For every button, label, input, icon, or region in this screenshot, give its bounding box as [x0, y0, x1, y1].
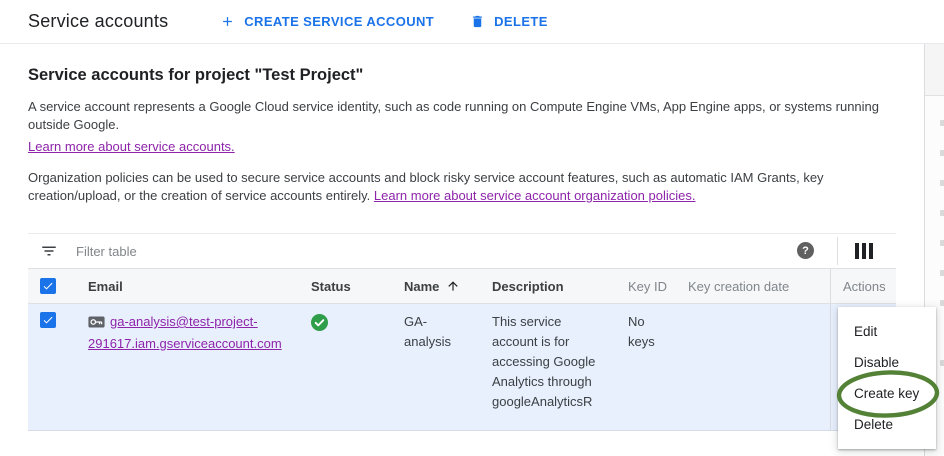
delete-button-label: DELETE: [494, 14, 548, 29]
help-icon[interactable]: ?: [797, 242, 814, 259]
email-cell: ga-analysis@test-project-291617.iam.gser…: [76, 304, 299, 430]
side-panel-mark: [940, 270, 944, 276]
side-panel-mark: [940, 210, 944, 216]
side-panel-mark: [940, 360, 944, 366]
side-panel-mark: [940, 180, 944, 186]
side-panel-mark: [940, 240, 944, 246]
create-button-label: CREATE SERVICE ACCOUNT: [244, 14, 434, 29]
description-cell: This service account is for accessing Go…: [480, 304, 616, 430]
service-account-email-link[interactable]: ga-analysis@test-project-291617.iam.gser…: [88, 314, 282, 351]
column-display-icon[interactable]: [855, 243, 873, 259]
section-heading: Service accounts for project "Test Proje…: [28, 66, 918, 85]
service-accounts-page: Service accounts CREATE SERVICE ACCOUNT …: [0, 0, 944, 456]
trash-icon: [470, 14, 485, 29]
menu-item-edit[interactable]: Edit: [838, 316, 936, 347]
column-header-key-id[interactable]: Key ID: [616, 269, 676, 303]
select-all-checkbox[interactable]: [40, 278, 56, 294]
create-service-account-button[interactable]: CREATE SERVICE ACCOUNT: [220, 14, 434, 29]
column-header-actions: Actions: [830, 269, 896, 303]
intro-text: A service account represents a Google Cl…: [28, 99, 879, 132]
org-policies-paragraph: Organization policies can be used to sec…: [28, 169, 918, 205]
column-header-key-creation-date[interactable]: Key creation date: [676, 269, 830, 303]
name-cell: GA-analysis: [392, 304, 480, 430]
intro-paragraph: A service account represents a Google Cl…: [28, 98, 918, 156]
page-header: Service accounts CREATE SERVICE ACCOUNT …: [0, 0, 944, 44]
table-header-row: Email Status Name Description Key ID Key…: [28, 269, 896, 304]
menu-item-disable[interactable]: Disable: [838, 347, 936, 378]
side-panel-header-edge: [925, 44, 944, 96]
filter-icon: [40, 242, 58, 260]
column-header-status[interactable]: Status: [299, 269, 392, 303]
column-header-email[interactable]: Email: [76, 269, 299, 303]
service-account-key-icon: [88, 316, 105, 331]
filter-table-input[interactable]: [74, 243, 638, 260]
service-accounts-table: ? Email Status Name: [28, 233, 896, 431]
status-cell: [299, 304, 392, 430]
page-title: Service accounts: [28, 11, 168, 32]
learn-more-org-policies-link[interactable]: Learn more about service account organiz…: [374, 188, 696, 203]
row-actions-menu: Edit Disable Create key Delete: [838, 307, 936, 449]
side-panel-mark: [940, 300, 944, 306]
side-panel-mark: [940, 150, 944, 156]
toolbar-divider: [837, 237, 838, 265]
key-id-cell: No keys: [616, 304, 676, 430]
main-content: Service accounts for project "Test Proje…: [28, 44, 918, 431]
menu-item-create-key[interactable]: Create key: [838, 378, 936, 409]
row-select-cell: [28, 304, 76, 430]
status-active-icon: [311, 314, 328, 331]
plus-icon: [220, 14, 235, 29]
table-row: ga-analysis@test-project-291617.iam.gser…: [28, 304, 896, 431]
learn-more-service-accounts-link[interactable]: Learn more about service accounts.: [28, 138, 235, 156]
row-checkbox[interactable]: [40, 312, 56, 328]
select-all-cell: [28, 269, 76, 303]
menu-item-delete[interactable]: Delete: [838, 409, 936, 440]
key-creation-date-cell: [676, 304, 830, 430]
side-panel-mark: [940, 120, 944, 126]
table-filter-bar: ?: [28, 234, 896, 269]
sort-ascending-icon: [446, 279, 460, 293]
delete-service-account-button[interactable]: DELETE: [470, 14, 548, 29]
column-header-description[interactable]: Description: [480, 269, 616, 303]
column-header-name[interactable]: Name: [392, 269, 480, 303]
